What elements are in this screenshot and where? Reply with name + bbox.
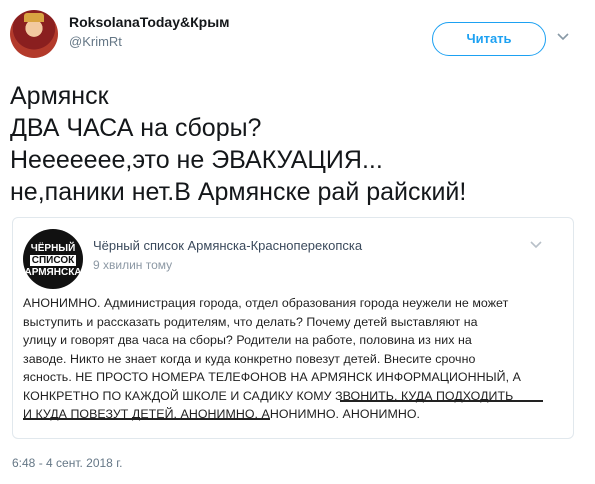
logo-text-line: АРМЯНСКА [24, 267, 82, 278]
tweet-line: ДВА ЧАСА на сборы? [10, 114, 262, 142]
source-name[interactable]: Чёрный список Армянска-Красноперекопска [93, 238, 362, 253]
post-body-line: заводе. Никто не знает когда и куда конк… [23, 351, 476, 366]
post-body-line: ясность. НЕ ПРОСТО НОМЕРА ТЕЛЕФОНОВ НА А… [23, 370, 521, 384]
tweet-text: Армянск ДВА ЧАСА на сборы? Неееееее,это … [10, 80, 580, 208]
avatar-crown [24, 13, 44, 22]
embedded-post-card[interactable]: ЧЁРНЫЙ СПИСОК АРМЯНСКА Чёрный список Арм… [12, 217, 574, 439]
author-info: RoksolanaToday&Крым @KrimRt [69, 14, 230, 49]
highlight-underline [340, 400, 543, 402]
tweet-line: не,паники нет.В Армянске рай райский! [10, 178, 467, 206]
author-avatar[interactable] [10, 10, 58, 58]
chevron-down-icon[interactable] [556, 30, 570, 44]
post-body-line: КОНКРЕТНО ПО КАЖДОЙ ШКОЛЕ И САДИКУ КОМУ … [23, 388, 514, 403]
post-body-line: улицу и говорят два часа на сборы? Родит… [23, 333, 472, 347]
post-body: АНОНИМНО. Администрация города, отдел об… [23, 294, 548, 424]
author-display-name[interactable]: RoksolanaToday&Крым [69, 14, 230, 30]
tweet-line: Неееееее,это не ЭВАКУАЦИЯ... [10, 146, 383, 174]
logo-text-line: ЧЁРНЫЙ [30, 243, 76, 254]
source-logo[interactable]: ЧЁРНЫЙ СПИСОК АРМЯНСКА [23, 229, 83, 289]
highlight-underline [23, 418, 270, 420]
author-handle[interactable]: @KrimRt [69, 34, 230, 49]
post-time: 9 хвилин тому [93, 258, 173, 272]
tweet-timestamp[interactable]: 6:48 - 4 сент. 2018 г. [12, 456, 122, 470]
chevron-down-icon[interactable] [529, 239, 543, 251]
post-body-line: И КУДА ПОВЕЗУТ ДЕТЕЙ. АНОНИМНО. АНОНИМНО… [23, 407, 421, 421]
follow-button[interactable]: Читать [432, 22, 546, 56]
post-body-line: выступить и рассказать родителям, что де… [23, 314, 478, 329]
tweet-line: Армянск [10, 82, 109, 110]
post-body-line: АНОНИМНО. Администрация города, отдел об… [23, 296, 509, 310]
logo-text-line: СПИСОК [29, 255, 77, 266]
